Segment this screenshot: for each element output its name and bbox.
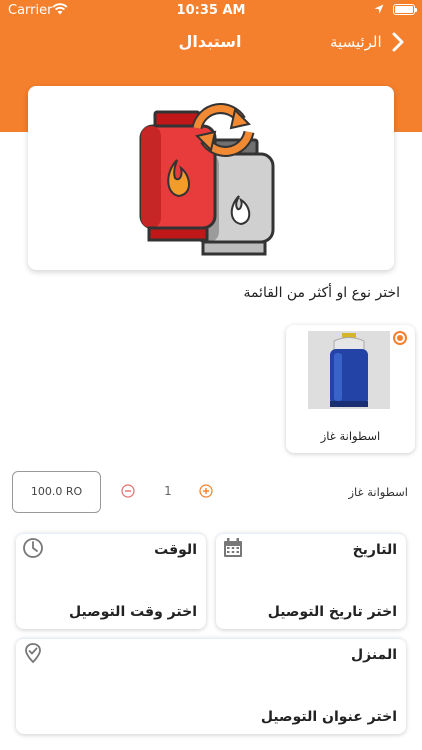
address-label: المنزل	[350, 647, 397, 663]
blue-gas-cylinder-photo	[308, 331, 390, 409]
time-label: الوقت	[154, 542, 197, 558]
back-label: الرئيسية	[330, 33, 382, 51]
instruction-text: اختر نوع او أكثر من القائمة	[243, 285, 400, 301]
radio-selected[interactable]	[393, 331, 407, 345]
chevron-icon	[392, 32, 404, 52]
time-picker-card[interactable]: الوقت اختر وقت التوصيل	[16, 533, 206, 629]
minus-icon[interactable]	[121, 484, 135, 498]
address-value: اختر عنوان التوصيل	[260, 709, 397, 725]
status-bar: Carrier 10:35 AM	[0, 0, 422, 22]
quantity-value: 1	[164, 484, 172, 498]
time-value: اختر وقت التوصيل	[68, 604, 197, 620]
address-picker-card[interactable]: المنزل اختر عنوان التوصيل	[16, 638, 406, 734]
hero-card	[28, 86, 394, 270]
location-check-icon	[25, 643, 41, 664]
location-arrow-icon	[374, 4, 384, 14]
order-item-name: اسطوانة غاز	[348, 485, 409, 499]
product-name: اسطوانة غاز	[320, 429, 381, 443]
gas-cylinder-exchange-illustration	[139, 103, 275, 256]
page-title: استبدال	[178, 32, 242, 51]
battery-icon	[393, 4, 417, 15]
plus-icon[interactable]	[199, 484, 213, 498]
date-picker-card[interactable]: التاريخ اختر تاريخ التوصيل	[216, 533, 406, 629]
date-label: التاريخ	[352, 542, 397, 558]
back-button[interactable]: الرئيسية	[325, 30, 415, 56]
price-box: 100.0 RO	[12, 471, 101, 513]
clock-icon	[23, 538, 43, 558]
status-time: 10:35 AM	[176, 3, 246, 18]
date-value: اختر تاريخ التوصيل	[267, 604, 397, 620]
product-card[interactable]: اسطوانة غاز	[286, 325, 415, 453]
calendar-icon	[224, 538, 242, 557]
